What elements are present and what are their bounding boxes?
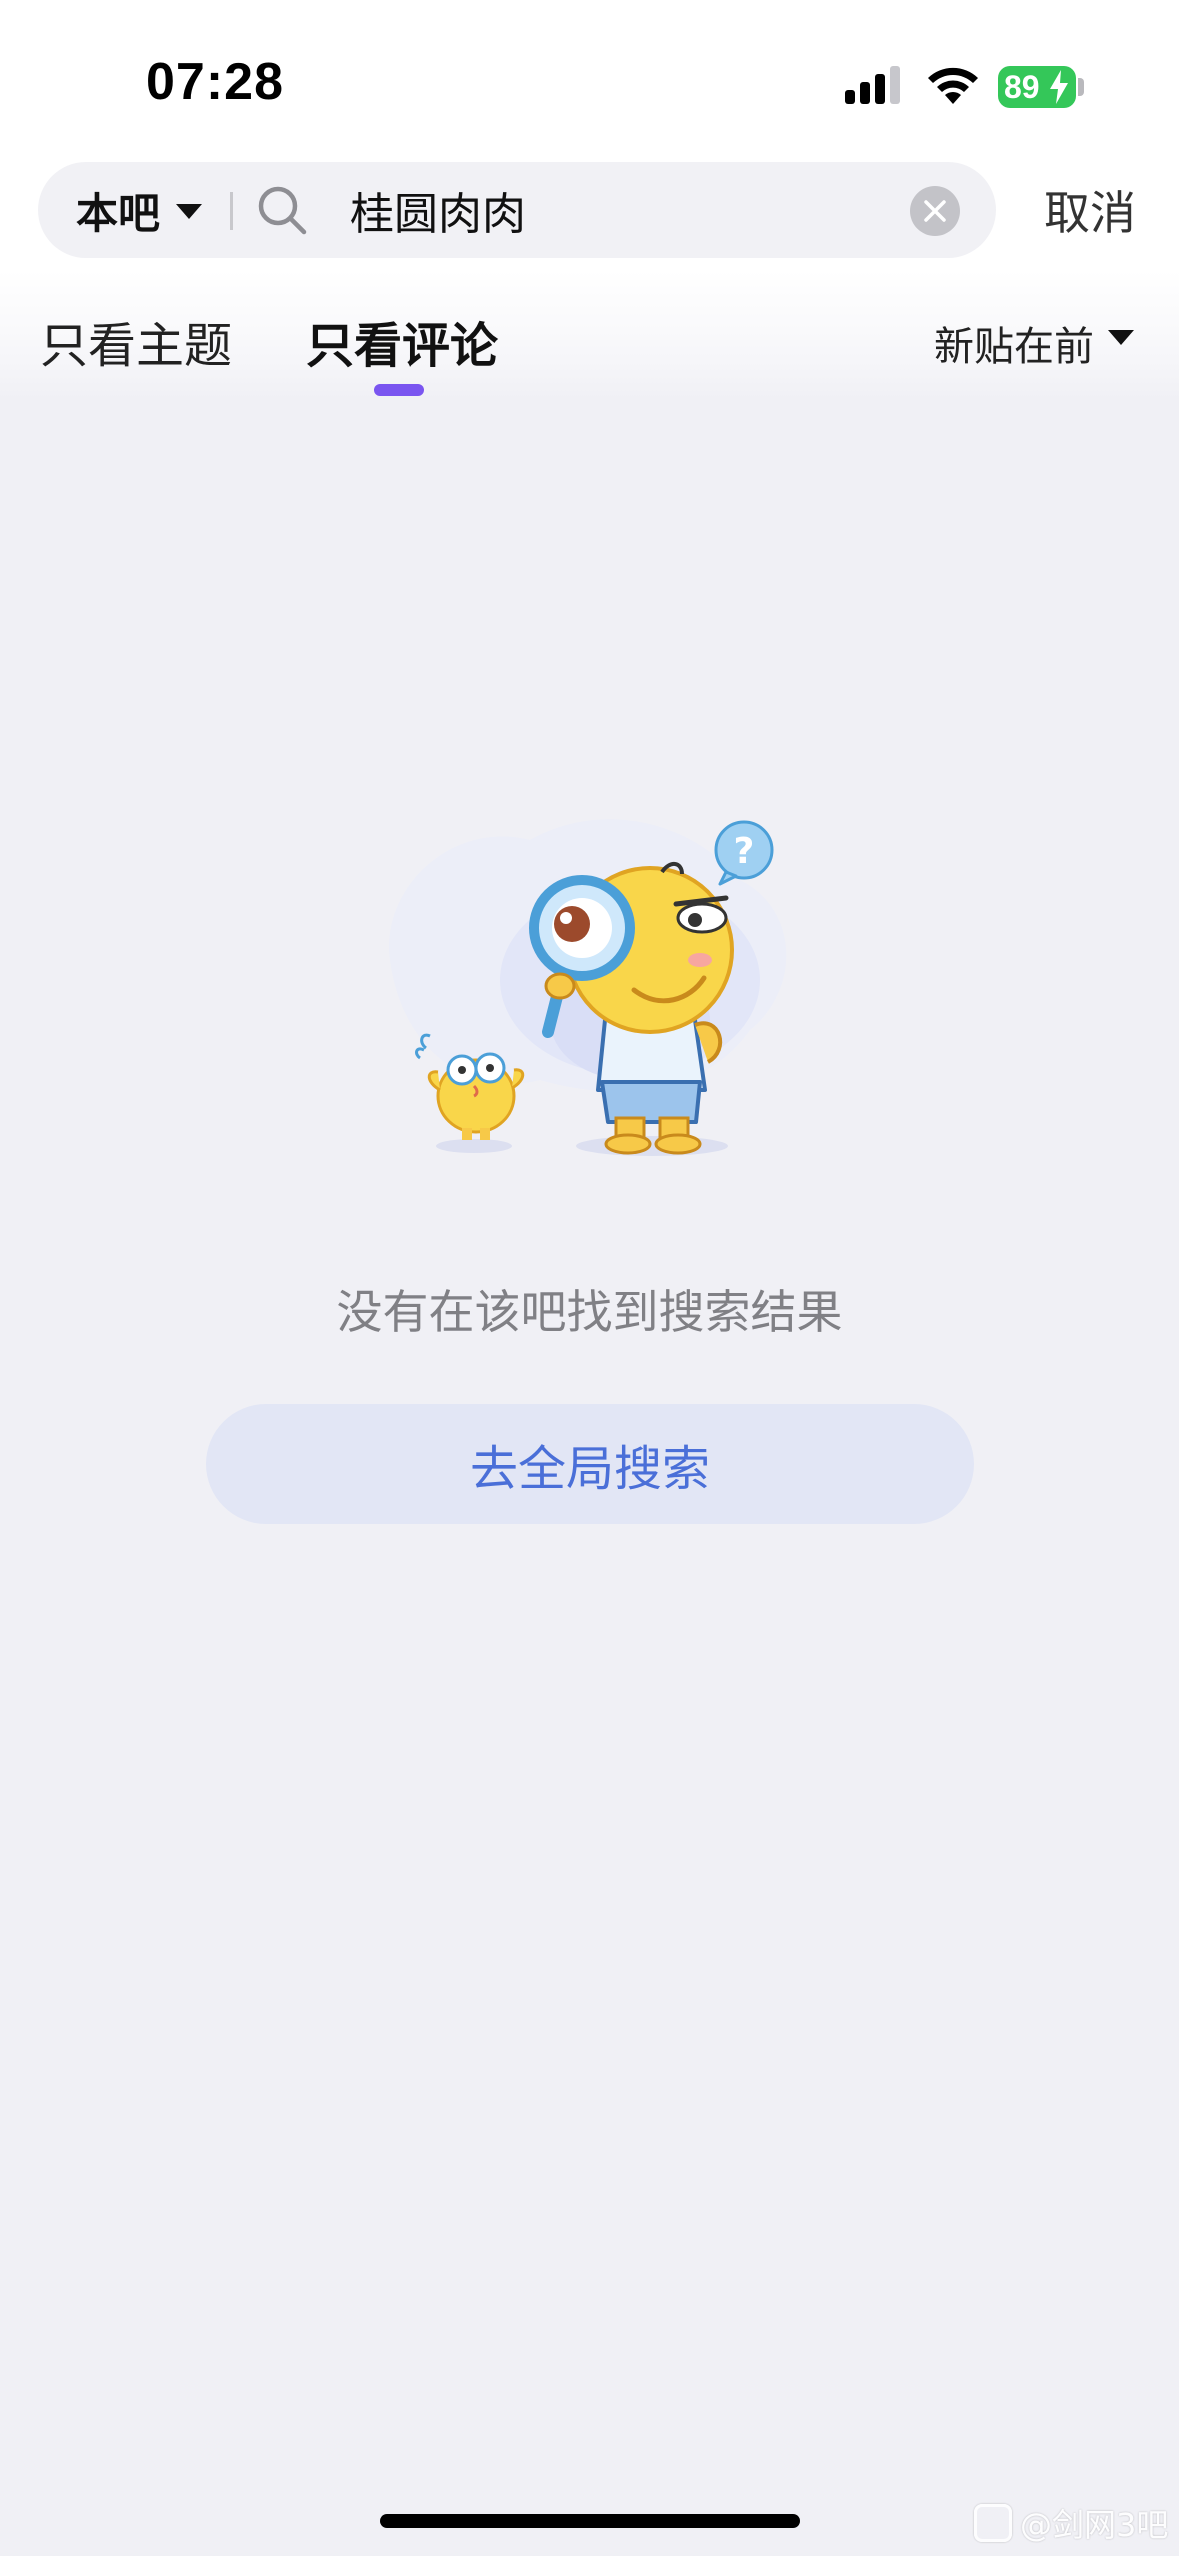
global-search-button[interactable]: 去全局搜索 <box>206 1404 974 1524</box>
search-header: 本吧 桂圆肉肉 取消 <box>0 160 1179 270</box>
search-box[interactable]: 本吧 桂圆肉肉 <box>38 162 996 258</box>
search-scope-selector[interactable]: 本吧 <box>76 184 160 238</box>
clear-search-button[interactable] <box>910 186 960 236</box>
battery-cap <box>1078 78 1084 96</box>
signal-icon <box>845 66 900 104</box>
cancel-button[interactable]: 取消 <box>1044 180 1136 240</box>
watermark: @剑网3吧 <box>974 2498 1168 2548</box>
charging-bolt-icon <box>1050 70 1068 104</box>
search-scope-label: 本吧 <box>76 188 161 238</box>
status-bar: 07:28 89 <box>0 0 1179 160</box>
tab-topics-only[interactable]: 只看主题 <box>40 306 232 376</box>
empty-state-message: 没有在该吧找到搜索结果 <box>336 1285 843 1339</box>
tab-comments-only[interactable]: 只看评论 <box>306 306 498 376</box>
search-divider <box>230 192 233 230</box>
wifi-icon <box>928 67 978 104</box>
search-icon <box>258 186 307 235</box>
status-time: 07:28 <box>146 53 284 111</box>
home-indicator[interactable] <box>380 2514 800 2528</box>
caret-down-icon[interactable] <box>1108 330 1134 346</box>
question-bubble-icon: ? <box>714 820 774 886</box>
active-tab-indicator <box>374 384 424 396</box>
watermark-text: @剑网3吧 <box>1020 2506 1169 2544</box>
global-search-button-label: 去全局搜索 <box>469 1441 710 1497</box>
battery-level: 89 <box>1004 68 1040 105</box>
mascot-illustration: ? <box>389 819 787 1156</box>
filter-tabs: 只看主题 只看评论 新贴在前 <box>0 270 1179 400</box>
svg-text:?: ? <box>734 831 755 872</box>
search-input[interactable]: 桂圆肉肉 <box>350 184 526 240</box>
caret-down-icon <box>176 204 202 219</box>
watermark-logo-icon <box>974 2504 1012 2542</box>
clear-icon <box>924 200 946 222</box>
sort-dropdown[interactable]: 新贴在前 <box>934 314 1094 372</box>
